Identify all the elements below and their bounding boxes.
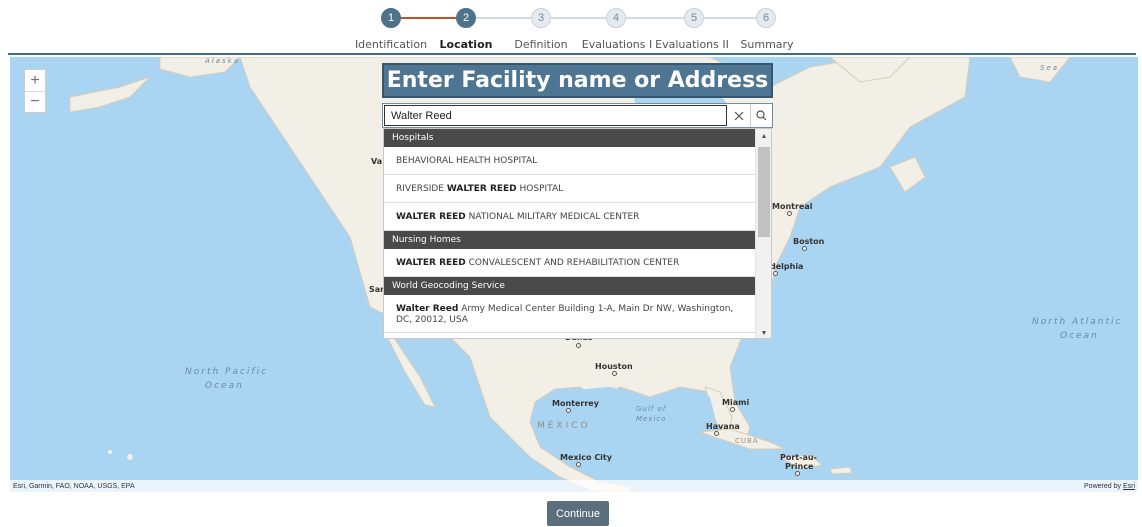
search-icon[interactable] (750, 104, 772, 127)
header-divider (8, 53, 1136, 55)
step-3-circle[interactable]: 3 (531, 8, 551, 28)
city-marker (576, 343, 581, 348)
suggestion-group-header: Hospitals (384, 129, 756, 147)
scroll-up-icon[interactable]: ▲ (756, 129, 771, 143)
city-label: delphia (770, 262, 804, 271)
suggestion-text: WALTER REED CONVALESCENT AND REHABILITAT… (396, 258, 679, 268)
continue-button[interactable]: Continue (547, 501, 609, 526)
city-marker (612, 371, 617, 376)
step-2-circle[interactable]: 2 (456, 8, 476, 28)
city-label: Boston (793, 237, 825, 246)
city-marker (795, 471, 800, 476)
search-box: Walter Reed (382, 103, 773, 128)
step-connector (551, 17, 606, 19)
step-3-label[interactable]: Definition (514, 38, 567, 51)
esri-link[interactable]: Esri (1123, 483, 1135, 490)
step-connector (476, 17, 531, 19)
suggestion-match: WALTER REED (396, 211, 466, 222)
city-label: Va (371, 157, 383, 166)
ocean-label: North Atlantic (1032, 317, 1123, 327)
step-6-label[interactable]: Summary (740, 38, 793, 51)
step-1-label[interactable]: Identification (355, 38, 427, 51)
city-marker (730, 407, 735, 412)
search-input[interactable]: Walter Reed (384, 105, 727, 126)
progress-stepper: 1 2 3 4 5 6 Identification Location Defi… (0, 0, 1142, 54)
close-icon[interactable] (728, 104, 750, 127)
suggestion-text-part: NATIONAL MILITARY MEDICAL CENTER (465, 211, 640, 222)
step-6-circle[interactable]: 6 (756, 8, 776, 28)
city-marker (566, 408, 571, 413)
step-2-label[interactable]: Location (440, 38, 493, 51)
suggestion-item[interactable]: Walter Reed Army Medical Center Building… (384, 295, 756, 333)
city-marker (714, 431, 719, 436)
ocean-label: North Pacific (185, 367, 269, 377)
attribution-text: Esri, Garmin, FAO, NOAA, USGS, EPA (13, 482, 135, 490)
ocean-label: Ocean (205, 381, 244, 391)
zoom-out-button[interactable]: − (25, 91, 45, 112)
water-label: Mexico (636, 415, 667, 423)
scrollbar[interactable]: ▲ ▼ (755, 129, 771, 338)
suggestion-item[interactable]: WALTER REED CONVALESCENT AND REHABILITAT… (384, 249, 756, 277)
country-label: CUBA (735, 437, 759, 445)
suggestion-text: WALTER REED NATIONAL MILITARY MEDICAL CE… (396, 212, 639, 222)
suggestion-group-header: Nursing Homes (384, 231, 756, 249)
suggestion-match: Walter Reed (396, 304, 459, 314)
city-label: Prince (785, 462, 814, 471)
city-label: Port-au- (780, 453, 817, 462)
suggestion-text: BEHAVIORAL HEALTH HOSPITAL (396, 155, 538, 166)
step-connector (401, 17, 456, 19)
city-label: Mexico City (560, 453, 612, 462)
water-label: Gulf of (636, 405, 667, 413)
scroll-down-icon[interactable]: ▼ (756, 326, 771, 338)
city-marker (802, 246, 807, 251)
zoom-control: + − (24, 69, 46, 113)
suggestion-match: WALTER REED (446, 183, 517, 194)
city-label: Miami (722, 398, 750, 407)
city-label: Montreal (772, 202, 813, 211)
suggestion-item[interactable]: RIVERSIDE WALTER REED HOSPITAL (384, 175, 756, 203)
city-marker (787, 211, 792, 216)
city-label: Houston (595, 362, 633, 371)
city-label: Havana (706, 422, 740, 431)
suggestion-text-part: RIVERSIDE (396, 183, 447, 194)
suggestion-text: RIVERSIDE WALTER REED HOSPITAL (396, 184, 563, 194)
suggestion-group-header: World Geocoding Service (384, 277, 756, 295)
powered-by: Powered by Esri (1084, 483, 1135, 490)
scrollbar-thumb[interactable] (758, 147, 770, 237)
step-5-circle[interactable]: 5 (684, 8, 704, 28)
step-connector (704, 17, 756, 19)
step-4-label[interactable]: Evaluations I (582, 38, 653, 51)
search-panel-title: Enter Facility name or Address (382, 63, 773, 98)
suggestion-text: Walter Reed Army Medical Center Building… (396, 304, 736, 326)
city-marker (773, 271, 778, 276)
step-4-circle[interactable]: 4 (606, 8, 626, 28)
suggestion-text-part: HOSPITAL (516, 183, 564, 194)
suggestion-item[interactable]: BEHAVIORAL HEALTH HOSPITAL (384, 147, 756, 175)
suggestion-text-part: CONVALESCENT AND REHABILITATION CENTER (465, 257, 680, 268)
ocean-label: Ocean (1060, 331, 1099, 341)
powered-by-text: Powered by (1084, 482, 1123, 490)
suggestion-match: WALTER REED (396, 257, 466, 268)
zoom-in-button[interactable]: + (25, 70, 45, 91)
city-marker (576, 462, 581, 467)
city-label: Monterrey (552, 399, 599, 408)
region-label: Alaska (205, 57, 241, 65)
step-5-label[interactable]: Evaluations II (655, 38, 729, 51)
suggestions-dropdown: Hospitals BEHAVIORAL HEALTH HOSPITAL RIV… (383, 128, 772, 339)
suggestion-item[interactable]: WALTER REED NATIONAL MILITARY MEDICAL CE… (384, 203, 756, 231)
water-label: Sea (1040, 64, 1060, 72)
map-attribution: Esri, Garmin, FAO, NOAA, USGS, EPA Power… (10, 480, 1138, 492)
step-connector (626, 17, 684, 19)
step-1-circle[interactable]: 1 (381, 8, 401, 28)
suggestions-list: Hospitals BEHAVIORAL HEALTH HOSPITAL RIV… (384, 129, 756, 333)
country-label: MÉXICO (537, 421, 591, 431)
